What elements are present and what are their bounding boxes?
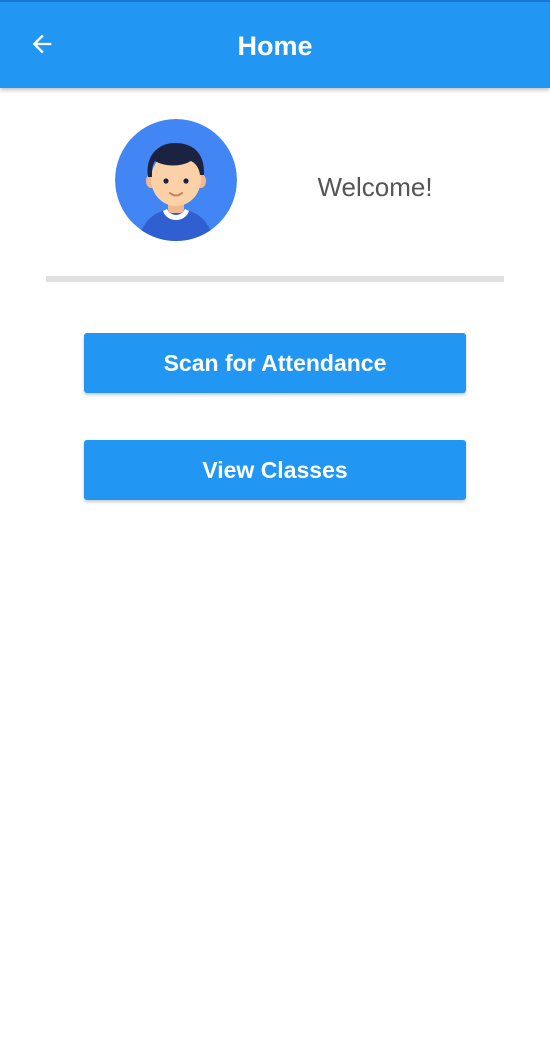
page-title: Home: [237, 31, 313, 61]
view-classes-button[interactable]: View Classes: [84, 440, 466, 500]
avatar: [115, 119, 237, 241]
main-content: Welcome! Scan for Attendance View Classe…: [0, 88, 550, 1064]
user-avatar-icon: [115, 119, 237, 241]
app-bar: Home: [0, 0, 550, 88]
scan-attendance-button[interactable]: Scan for Attendance: [84, 333, 466, 393]
welcome-text: Welcome!: [317, 172, 433, 202]
divider: [46, 276, 504, 282]
